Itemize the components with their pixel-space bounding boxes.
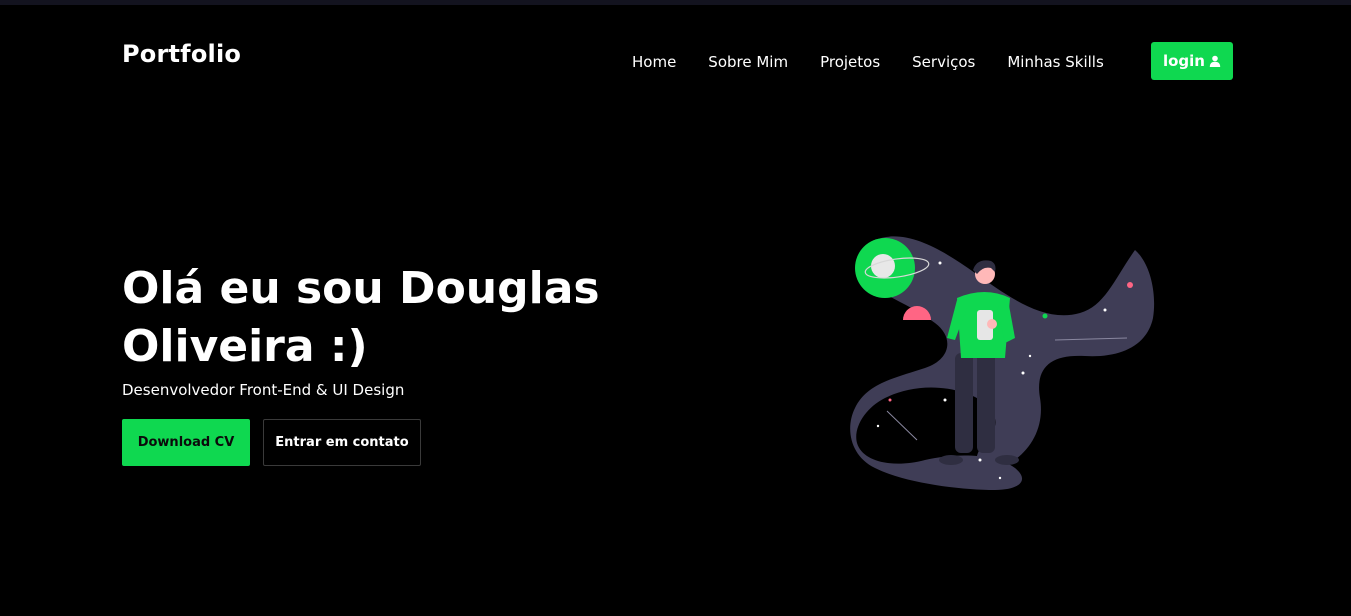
nav-home[interactable]: Home [632, 53, 676, 71]
user-icon [1209, 55, 1221, 67]
nav-servicos[interactable]: Serviços [912, 53, 975, 71]
hero-subtitle: Desenvolvedor Front-End & UI Design [122, 381, 405, 399]
main-nav: Home Sobre Mim Projetos Serviços Minhas … [632, 52, 1104, 72]
hero-title-line-1: Olá eu sou Douglas [122, 263, 600, 314]
download-cv-button[interactable]: Download CV [122, 419, 250, 466]
nav-minhas-skills[interactable]: Minhas Skills [1007, 53, 1103, 71]
login-button[interactable]: login [1151, 42, 1233, 80]
login-label: login [1162, 52, 1205, 70]
logo[interactable]: Portfolio [122, 40, 241, 68]
space-person-illustration [845, 228, 1165, 496]
hero-title: Olá eu sou Douglas Oliveira :) [122, 260, 642, 376]
nav-sobre-mim[interactable]: Sobre Mim [708, 53, 788, 71]
hero-title-line-2: Oliveira :) [122, 321, 368, 372]
top-strip [0, 0, 1351, 5]
nav-projetos[interactable]: Projetos [820, 53, 880, 71]
contact-button[interactable]: Entrar em contato [263, 419, 421, 466]
